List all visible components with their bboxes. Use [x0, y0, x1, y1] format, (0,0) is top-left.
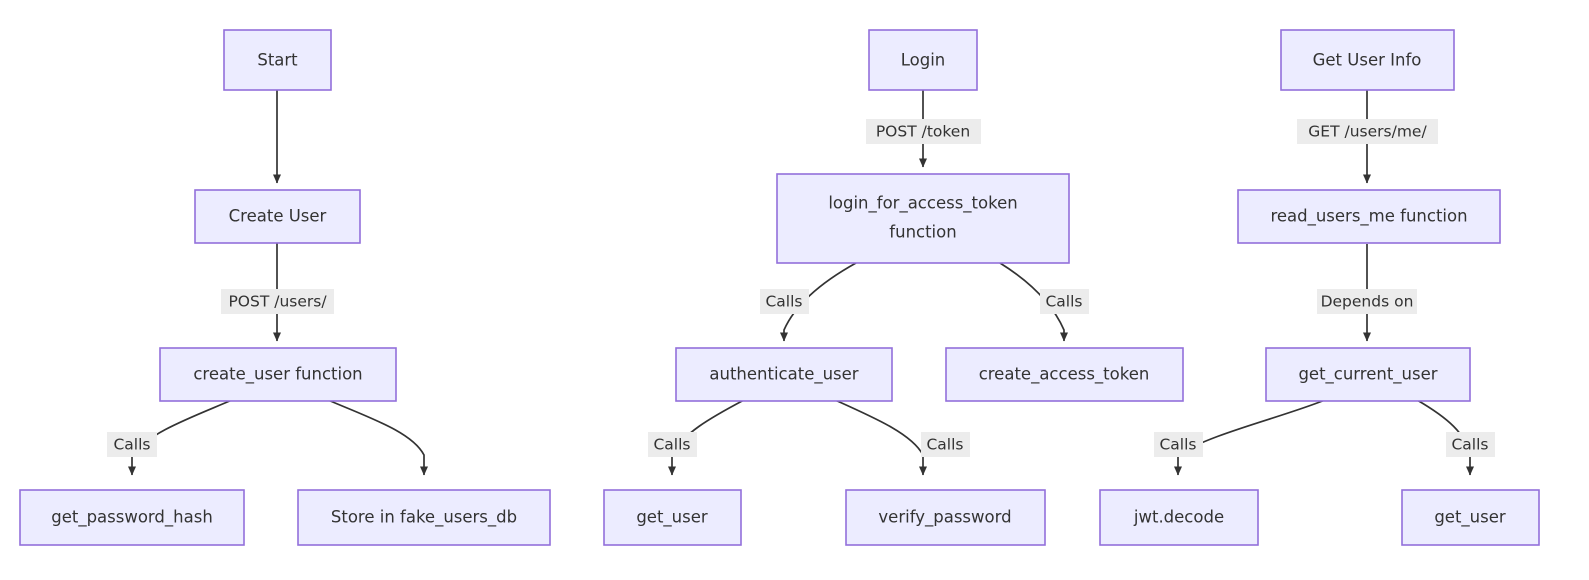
edge-label-calls-get-user-login: Calls — [648, 432, 697, 457]
edge-label-calls-create-access-token: Calls — [1040, 289, 1089, 314]
node-jwt-decode[interactable]: jwt.decode — [1099, 489, 1259, 546]
node-get-current-user-label: get_current_user — [1298, 365, 1437, 385]
node-create-access-token-label: create_access_token — [979, 365, 1150, 385]
edge-label-post-users: POST /users/ — [221, 289, 334, 314]
edges-get-user-info-flow — [1174, 90, 1474, 476]
edge-label-calls-get-user-info: Calls — [1446, 432, 1495, 457]
node-get-current-user[interactable]: get_current_user — [1265, 347, 1471, 402]
node-create-user-function[interactable]: create_user function — [159, 347, 397, 402]
node-get-user-info-label: Get User Info — [1313, 51, 1422, 70]
node-get-user-info-leaf-label: get_user — [1434, 508, 1506, 528]
node-login-for-access-token-label-line1: login_for_access_token — [828, 194, 1017, 214]
flowchart-canvas: Start Create User create_user function g… — [19, 29, 1540, 546]
edge-label-calls-jwt-decode: Calls — [1154, 432, 1203, 457]
node-get-password-hash[interactable]: get_password_hash — [19, 489, 245, 546]
edge-label-calls-jwt-decode-text: Calls — [1159, 436, 1196, 454]
node-read-users-me-function[interactable]: read_users_me function — [1237, 189, 1501, 244]
edges-login-flow — [668, 90, 1068, 476]
flowchart-diagram: Start Create User create_user function g… — [0, 0, 1589, 580]
node-store-fake-users-db-label: Store in fake_users_db — [331, 508, 517, 528]
node-store-fake-users-db[interactable]: Store in fake_users_db — [297, 489, 551, 546]
edge-label-calls-verify-password-text: Calls — [926, 436, 963, 454]
node-get-user-login[interactable]: get_user — [603, 489, 742, 546]
node-start[interactable]: Start — [223, 29, 332, 91]
node-create-user[interactable]: Create User — [194, 189, 361, 244]
edge-label-calls-authenticate-user-text: Calls — [765, 293, 802, 311]
edge-label-calls-get-user-info-text: Calls — [1451, 436, 1488, 454]
edge-label-depends-on: Depends on — [1317, 289, 1417, 314]
edge-label-depends-on-text: Depends on — [1321, 293, 1414, 311]
node-authenticate-user-label: authenticate_user — [709, 365, 858, 385]
node-verify-password[interactable]: verify_password — [845, 489, 1046, 546]
edge-label-get-users-me-text: GET /users/me/ — [1308, 123, 1427, 141]
node-authenticate-user[interactable]: authenticate_user — [675, 347, 893, 402]
edge-label-calls-create-user: Calls — [107, 432, 157, 457]
node-login-for-access-token-label-line2: function — [889, 223, 956, 242]
edge-label-post-users-text: POST /users/ — [228, 293, 327, 311]
node-verify-password-label: verify_password — [878, 508, 1011, 528]
node-login-for-access-token[interactable]: login_for_access_token function — [776, 173, 1070, 264]
node-get-user-login-label: get_user — [636, 508, 708, 528]
node-login[interactable]: Login — [868, 29, 978, 91]
edge-label-post-token: POST /token — [866, 119, 981, 144]
edge-label-calls-get-user-login-text: Calls — [653, 436, 690, 454]
node-create-user-label: Create User — [229, 207, 327, 226]
node-login-label: Login — [901, 51, 946, 70]
edges-create-user-flow — [128, 90, 428, 476]
node-jwt-decode-label: jwt.decode — [1133, 508, 1224, 527]
node-start-label: Start — [257, 51, 298, 70]
node-get-user-info[interactable]: Get User Info — [1280, 29, 1455, 91]
edge-label-calls-create-access-token-text: Calls — [1045, 293, 1082, 311]
node-get-password-hash-label: get_password_hash — [51, 508, 213, 528]
edge-create-user-function-to-store-fake-users-db — [327, 399, 428, 476]
node-create-user-function-label: create_user function — [193, 365, 362, 385]
edge-authenticate-user-to-verify-password — [834, 399, 927, 476]
edge-label-calls-create-user-text: Calls — [113, 436, 150, 454]
node-create-access-token[interactable]: create_access_token — [945, 347, 1184, 402]
node-get-user-info-leaf[interactable]: get_user — [1401, 489, 1540, 546]
edge-label-calls-authenticate-user: Calls — [760, 289, 809, 314]
edge-label-get-users-me: GET /users/me/ — [1297, 119, 1438, 144]
edge-label-calls-verify-password: Calls — [921, 432, 970, 457]
node-read-users-me-function-label: read_users_me function — [1270, 207, 1467, 227]
node-login-for-access-token-rect — [776, 173, 1070, 264]
edge-label-post-token-text: POST /token — [876, 123, 970, 141]
